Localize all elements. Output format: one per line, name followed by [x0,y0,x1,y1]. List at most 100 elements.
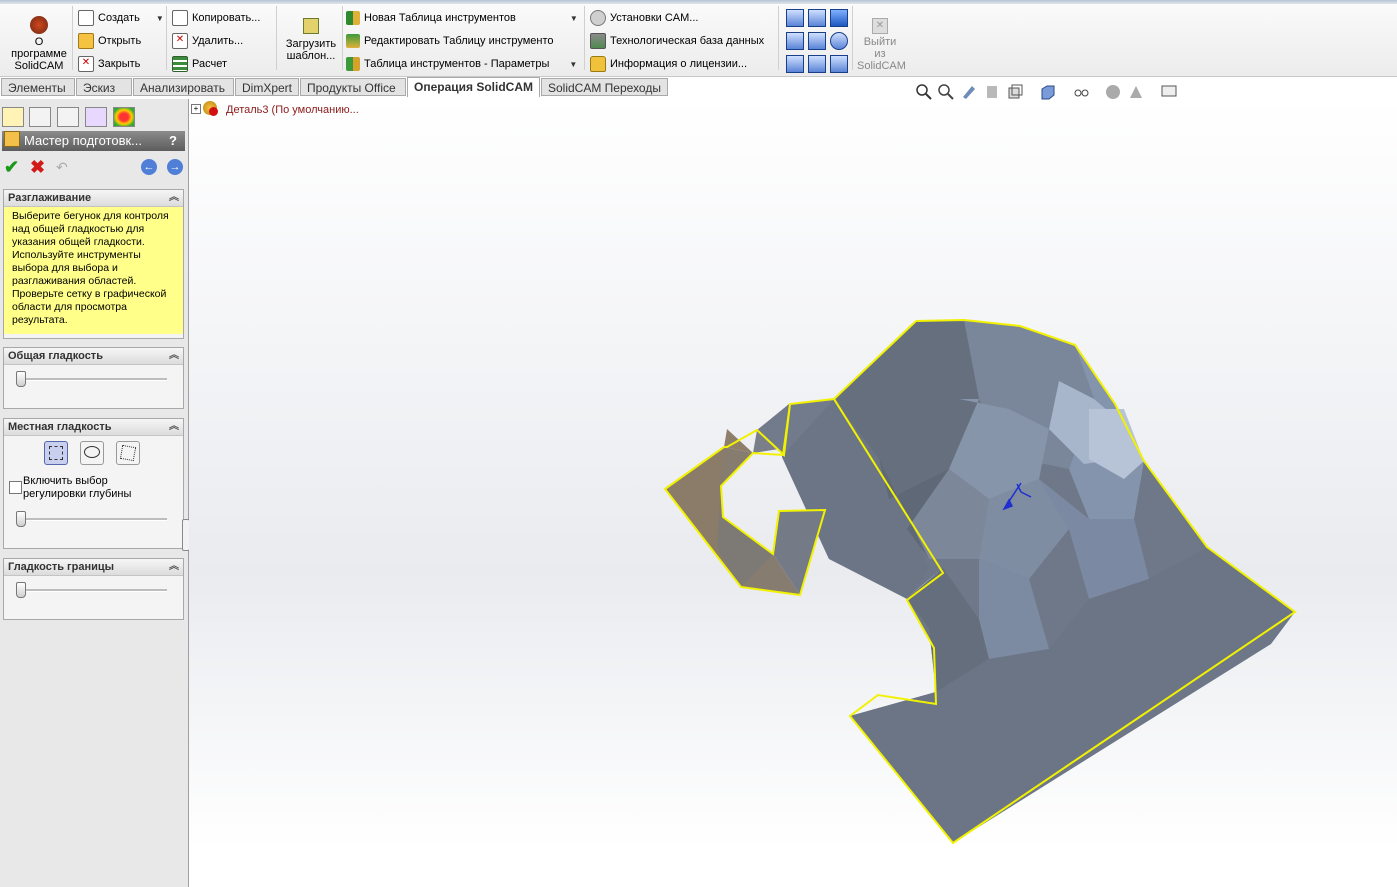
load-template-label: Загрузить шаблон... [285,38,337,62]
license-info-button[interactable]: Информация о лицензии... [590,55,747,73]
mesh-model[interactable] [189,99,1397,887]
dropdown-arrow-icon[interactable]: ▼ [156,14,164,23]
collapse-chevron-icon[interactable]: ︽ [169,559,179,575]
create-button[interactable]: Создать ▼ [78,9,164,27]
layers-icon[interactable] [830,55,848,73]
global-smoothness-header[interactable]: Общая гладкость ︽ [4,348,183,365]
global-smoothness-track [18,378,167,381]
global-smoothness-slider[interactable] [16,371,26,387]
graphics-area[interactable]: + Деталь3 (По умолчанию... [189,84,1397,887]
zoom-to-fit-icon[interactable] [915,83,933,101]
border-smoothness-slider[interactable] [16,582,26,598]
tab-dimxpert[interactable]: DimXpert [235,78,299,96]
property-manager-tab[interactable] [29,107,51,127]
previous-view-icon[interactable] [960,83,978,101]
exit-icon: ✕ [872,18,888,34]
cancel-x-button[interactable]: ✖ [30,157,45,178]
lock-icon [590,56,606,72]
tab-elements[interactable]: Элементы [1,78,75,96]
command-manager-ribbon: О программе SolidCAM Создать ▼ Открыть ✕… [0,0,1397,77]
collapse-chevron-icon[interactable]: ︽ [169,190,179,206]
configuration-manager-tab[interactable] [57,107,79,127]
open-label: Открыть [98,35,142,47]
view-frame-icon[interactable] [808,9,826,27]
view-frame-icon[interactable] [808,55,826,73]
load-template-button[interactable]: Загрузить шаблон... [280,18,342,62]
section-view-icon[interactable] [983,83,1001,101]
tool-table-params-button[interactable]: Таблица инструментов - Параметры ▼ [346,55,577,73]
copy-icon [172,10,188,26]
local-smoothness-title: Местная гладкость [8,421,112,433]
close-button[interactable]: ✕ Закрыть [78,55,140,73]
tool-table-params-label: Таблица инструментов - Параметры [364,58,550,70]
box-select-icon [49,446,63,460]
open-button[interactable]: Открыть [78,32,141,50]
view-settings-icon[interactable] [1160,83,1178,101]
view-frame-icon[interactable] [786,55,804,73]
global-smoothness-title: Общая гладкость [8,350,103,362]
new-tool-table-label: Новая Таблица инструментов [364,12,516,24]
copy-button[interactable]: Копировать... [172,9,260,27]
wizard-icon [4,131,20,147]
collapse-chevron-icon[interactable]: ︽ [169,348,179,364]
view-frame-icon[interactable] [808,32,826,50]
cube-icon[interactable] [830,9,848,27]
exit-solidcam-button[interactable]: ✕ Выйти из SolidCAM [854,18,906,72]
license-info-label: Информация о лицензии... [610,58,748,70]
local-smoothness-slider[interactable] [16,511,26,527]
tab-analyze[interactable]: Анализировать [133,78,234,96]
new-tool-table-button[interactable]: Новая Таблица инструментов ▼ [346,9,578,27]
tab-office-products[interactable]: Продукты Office [300,78,406,96]
sphere-icon[interactable] [830,32,848,50]
view-orientation-icon[interactable] [1006,83,1024,101]
tab-solidcam-transitions[interactable]: SolidCAM Переходы [541,78,668,96]
undo-icon[interactable]: ↶ [56,159,68,176]
calc-button[interactable]: Расчет [172,55,227,73]
cam-settings-button[interactable]: Установки CAM... [590,9,698,27]
divider [342,6,343,70]
ok-checkmark-button[interactable]: ✔ [4,157,19,178]
edit-appearance-icon[interactable] [1104,83,1122,101]
depth-control-checkbox[interactable] [9,481,22,494]
polygon-select-button[interactable] [116,441,140,465]
dropdown-arrow-icon[interactable]: ▼ [570,14,578,23]
local-smoothness-track [18,518,167,521]
smoothing-header[interactable]: Разглаживание ︽ [4,190,183,207]
dropdown-arrow-icon[interactable]: ▼ [569,60,577,69]
display-style-icon[interactable] [1039,83,1057,101]
tool-table-icon [346,11,360,25]
tab-sketch[interactable]: Эскиз [76,78,132,96]
local-smoothness-header[interactable]: Местная гладкость ︽ [4,419,183,436]
create-label: Создать [98,12,140,24]
close-document-icon: ✕ [78,56,94,72]
feature-manager-tab[interactable] [2,107,24,127]
tab-solidcam-operation[interactable]: Операция SolidCAM [407,77,540,97]
zoom-area-icon[interactable] [937,83,955,101]
wrench-icon [590,10,606,26]
help-icon[interactable]: ? [169,131,177,151]
panel-title: Мастер подготовк... [24,133,143,148]
back-arrow-button[interactable]: ← [141,159,157,175]
about-label: О программе SolidCAM [11,36,67,72]
dimxpert-tab[interactable] [85,107,107,127]
new-document-icon [78,10,94,26]
tech-db-button[interactable]: Технологическая база данных [590,32,764,50]
border-smoothness-header[interactable]: Гладкость границы ︽ [4,559,183,576]
view-frame-icon[interactable] [786,9,804,27]
lasso-select-button[interactable] [80,441,104,465]
property-manager-panel: Мастер подготовк... ? ✔ ✖ ↶ ← → Разглажи… [0,99,190,887]
box-select-button[interactable] [44,441,68,465]
about-solidcam-button[interactable]: О программе SolidCAM [6,16,72,72]
hide-show-items-icon[interactable] [1072,83,1090,101]
display-manager-tab[interactable] [113,107,135,127]
collapse-chevron-icon[interactable]: ︽ [169,419,179,435]
template-icon [303,18,319,34]
view-frame-icon[interactable] [786,32,804,50]
next-arrow-button[interactable]: → [167,159,183,175]
polygon-select-icon [119,444,137,462]
exit-label: Выйти из SolidCAM [857,36,906,72]
delete-button[interactable]: ✕ Удалить... [172,32,243,50]
edit-tool-table-button[interactable]: Редактировать Таблицу инструменто [346,32,554,50]
apply-scene-icon[interactable] [1127,83,1145,101]
divider [852,6,853,70]
